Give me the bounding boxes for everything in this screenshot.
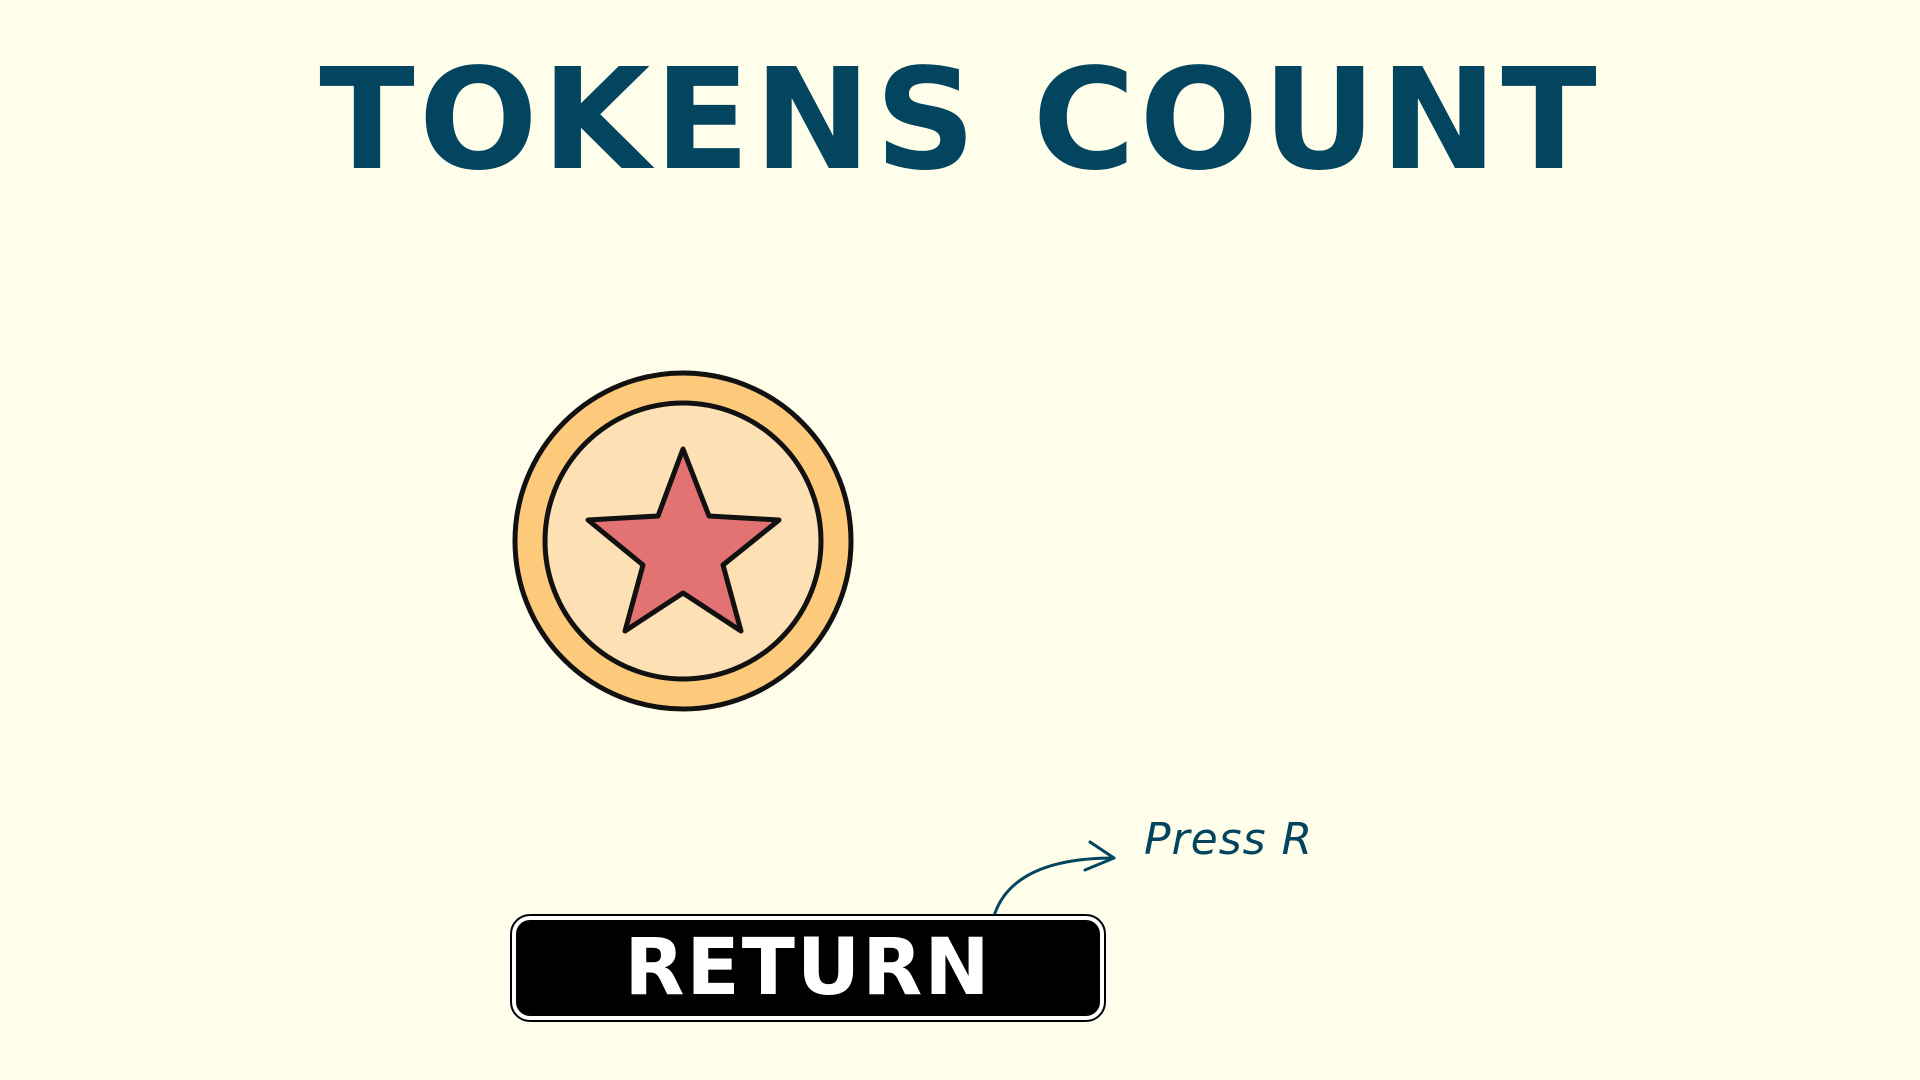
return-button[interactable]: RETURN (510, 914, 1106, 1022)
token-display (508, 366, 858, 716)
return-key-hint: Press R (1144, 814, 1314, 865)
return-button-label: RETURN (624, 923, 992, 1013)
star-coin-icon (512, 370, 854, 712)
screen-title: TOKENS COUNT (319, 39, 1601, 202)
